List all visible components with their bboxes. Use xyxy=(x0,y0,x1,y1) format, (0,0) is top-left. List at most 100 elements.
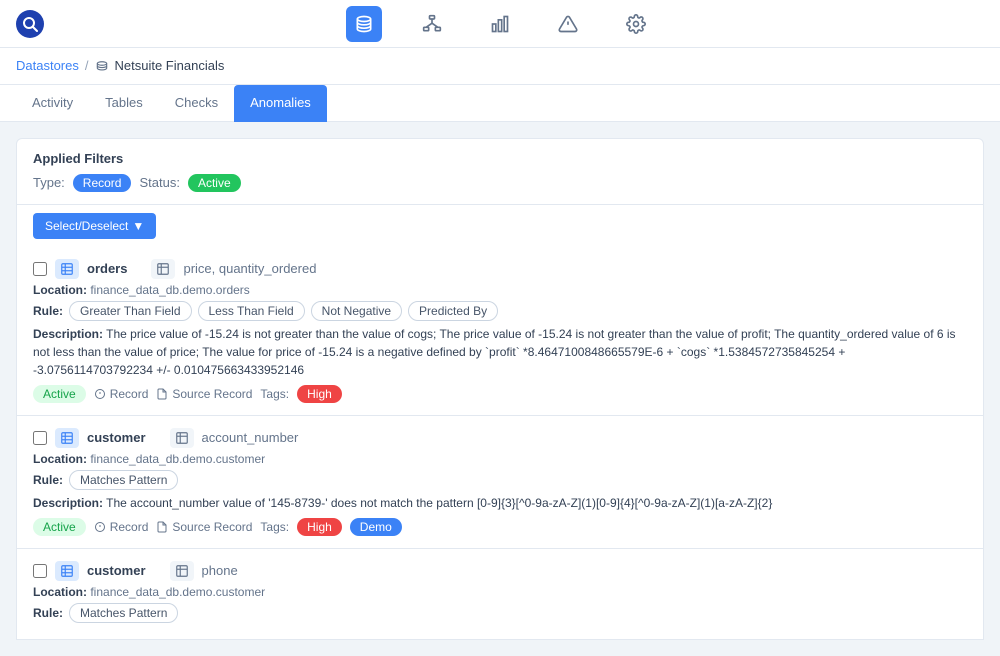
col-icon-customer-phone xyxy=(170,561,194,581)
table-name-orders: orders xyxy=(87,261,127,276)
chevron-down-icon: ▼ xyxy=(132,219,144,233)
table-name-customer-acct: customer xyxy=(87,430,146,445)
breadcrumb-separator: / xyxy=(85,58,89,73)
main-content: Applied Filters Type: Record Status: Act… xyxy=(0,122,1000,656)
rule-tag-0-2: Not Negative xyxy=(311,301,402,321)
logo xyxy=(16,10,44,38)
select-deselect-button[interactable]: Select/Deselect ▼ xyxy=(33,213,156,239)
rule-row-customer-phone: Rule: Matches Pattern xyxy=(33,603,967,623)
rule-tag-0-0: Greater Than Field xyxy=(69,301,192,321)
breadcrumb-current: Netsuite Financials xyxy=(115,58,225,73)
rule-tag-0-1: Less Than Field xyxy=(198,301,305,321)
nav-lineage[interactable] xyxy=(414,6,450,42)
source-orders: Source Record xyxy=(156,387,252,401)
breadcrumb-ds-icon xyxy=(95,58,109,74)
tag-high-ca: High xyxy=(297,518,342,536)
nav-alerts[interactable] xyxy=(550,6,586,42)
rule-tags-orders: Greater Than Field Less Than Field Not N… xyxy=(69,301,498,321)
anomaly-checkbox-customer-acct[interactable] xyxy=(33,431,47,445)
rule-row-customer-acct: Rule: Matches Pattern xyxy=(33,470,967,490)
tags-label-ca: Tags: xyxy=(260,520,289,534)
nav-datastores[interactable] xyxy=(346,6,382,42)
filters-title: Applied Filters xyxy=(33,151,967,166)
rule-label-orders: Rule: xyxy=(33,304,63,318)
status-label: Status: xyxy=(139,175,179,190)
type-badge: Record xyxy=(73,174,132,192)
anomaly-checkbox-customer-phone[interactable] xyxy=(33,564,47,578)
location-value-customer-acct: finance_data_db.demo.customer xyxy=(90,452,265,466)
select-deselect-label: Select/Deselect xyxy=(45,219,128,233)
rule-tag-0-3: Predicted By xyxy=(408,301,498,321)
type-label: Type: xyxy=(33,175,65,190)
footer-customer-acct: Active Record Source Record Tags: High D… xyxy=(33,518,967,536)
desc-value-orders: The price value of -15.24 is not greater… xyxy=(33,327,956,377)
anomaly-list: orders price, quantity_ordered Location:… xyxy=(16,247,984,640)
rule-tags-customer-phone: Matches Pattern xyxy=(69,603,178,623)
rule-row-orders: Rule: Greater Than Field Less Than Field… xyxy=(33,301,967,321)
desc-label-orders: Description: xyxy=(33,327,103,341)
tab-anomalies[interactable]: Anomalies xyxy=(234,85,327,122)
location-value-customer-phone: finance_data_db.demo.customer xyxy=(90,585,265,599)
tab-checks[interactable]: Checks xyxy=(159,85,234,122)
status-orders: Active xyxy=(33,385,86,403)
nav-icons xyxy=(346,6,654,42)
rule-tag-1-0: Matches Pattern xyxy=(69,470,178,490)
source-ca: Source Record xyxy=(156,520,252,534)
col-icon-customer-acct xyxy=(170,428,194,448)
record-type-ca: Record xyxy=(94,520,149,534)
record-type-value: Record xyxy=(110,387,149,401)
source-value-ca: Source Record xyxy=(172,520,252,534)
record-type-value-ca: Record xyxy=(110,520,149,534)
desc-label-ca: Description: xyxy=(33,496,103,510)
filter-row: Type: Record Status: Active xyxy=(33,174,967,192)
nav-analytics[interactable] xyxy=(482,6,518,42)
logo-icon xyxy=(16,10,44,38)
tags-label-orders: Tags: xyxy=(260,387,289,401)
footer-orders: Active Record Source Record Tags: High xyxy=(33,385,967,403)
location-customer-phone: Location: finance_data_db.demo.customer xyxy=(33,585,967,599)
breadcrumb-root[interactable]: Datastores xyxy=(16,58,79,73)
location-orders: Location: finance_data_db.demo.orders xyxy=(33,283,967,297)
top-nav xyxy=(0,0,1000,48)
breadcrumb: Datastores / Netsuite Financials xyxy=(0,48,1000,85)
anomaly-item-customer-phone: customer phone Location: finance_data_db… xyxy=(16,549,984,640)
tag-high-orders: High xyxy=(297,385,342,403)
desc-customer-acct: Description: The account_number value of… xyxy=(33,494,967,512)
location-value-orders: finance_data_db.demo.orders xyxy=(90,283,249,297)
status-badge: Active xyxy=(188,174,241,192)
source-value-orders: Source Record xyxy=(172,387,252,401)
location-label-cp: Location: xyxy=(33,585,87,599)
anomaly-item-customer-acct: customer account_number Location: financ… xyxy=(16,416,984,549)
actions-bar: Select/Deselect ▼ xyxy=(16,205,984,247)
tag-demo-ca: Demo xyxy=(350,518,402,536)
col-name-customer-acct: account_number xyxy=(202,430,299,445)
table-icon-orders xyxy=(55,259,79,279)
tab-activity[interactable]: Activity xyxy=(16,85,89,122)
table-name-customer-phone: customer xyxy=(87,563,146,578)
desc-orders: Description: The price value of -15.24 i… xyxy=(33,325,967,379)
status-customer-acct: Active xyxy=(33,518,86,536)
tabs-bar: Activity Tables Checks Anomalies xyxy=(0,85,1000,122)
filters-section: Applied Filters Type: Record Status: Act… xyxy=(16,138,984,205)
location-customer-acct: Location: finance_data_db.demo.customer xyxy=(33,452,967,466)
location-label: Location: xyxy=(33,283,87,297)
nav-settings[interactable] xyxy=(618,6,654,42)
rule-tags-customer-acct: Matches Pattern xyxy=(69,470,178,490)
rule-tag-2-0: Matches Pattern xyxy=(69,603,178,623)
anomaly-header-orders: orders price, quantity_ordered xyxy=(33,259,967,279)
rule-label-cp: Rule: xyxy=(33,606,63,620)
tab-tables[interactable]: Tables xyxy=(89,85,159,122)
rule-label-ca: Rule: xyxy=(33,473,63,487)
record-type-orders: Record xyxy=(94,387,149,401)
table-icon-customer-acct xyxy=(55,428,79,448)
col-name-customer-phone: phone xyxy=(202,563,238,578)
anomaly-checkbox-orders[interactable] xyxy=(33,262,47,276)
table-icon-customer-phone xyxy=(55,561,79,581)
anomaly-header-customer-acct: customer account_number xyxy=(33,428,967,448)
anomaly-item-orders: orders price, quantity_ordered Location:… xyxy=(16,247,984,416)
desc-value-customer-acct: The account_number value of '145-8739-' … xyxy=(106,496,772,510)
col-icon-orders xyxy=(151,259,175,279)
anomaly-header-customer-phone: customer phone xyxy=(33,561,967,581)
col-name-orders: price, quantity_ordered xyxy=(183,261,316,276)
location-label-ca: Location: xyxy=(33,452,87,466)
